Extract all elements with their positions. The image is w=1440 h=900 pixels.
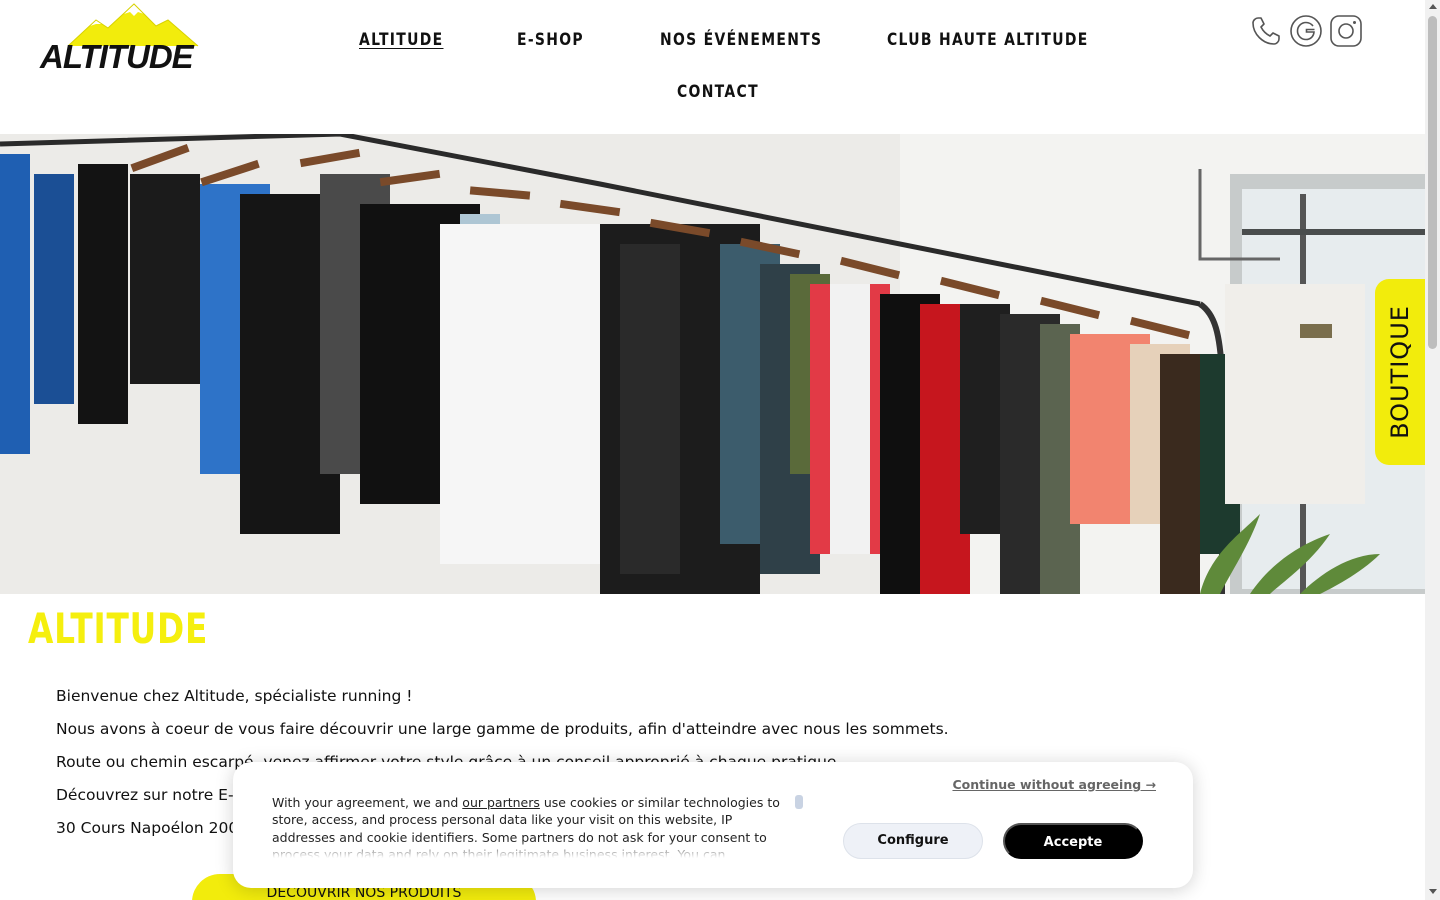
our-partners-link[interactable]: our partners xyxy=(462,795,540,810)
site-logo[interactable]: ALTITUDE xyxy=(38,2,202,75)
instagram-icon xyxy=(1330,15,1362,47)
intro-paragraph-2: Nous avons à coeur de vous faire découvr… xyxy=(56,720,949,738)
logo-wordmark: ALTITUDE xyxy=(40,38,194,75)
nav-item-events[interactable]: NOS ÉVÉNEMENTS xyxy=(660,30,822,50)
boutique-side-tab[interactable]: BOUTIQUE xyxy=(1375,279,1425,465)
google-link[interactable] xyxy=(1289,14,1323,48)
hero-banner xyxy=(0,134,1425,594)
hero-shop-image xyxy=(0,134,1425,594)
intro-paragraph-1: Bienvenue chez Altitude, spécialiste run… xyxy=(56,687,413,705)
site-header: ALTITUDE ALTITUDE E-SHOP NOS ÉVÉNEMENTS … xyxy=(0,0,1425,134)
cookie-text-intro: With your agreement, we and xyxy=(272,795,463,810)
scrollbar-thumb[interactable] xyxy=(1428,16,1437,349)
boutique-tab-label: BOUTIQUE xyxy=(1386,305,1415,439)
instagram-link[interactable] xyxy=(1329,14,1363,48)
cookie-consent-banner: With your agreement, we and our partners… xyxy=(233,762,1193,888)
phone-link[interactable] xyxy=(1249,14,1283,48)
page-scrollbar[interactable] xyxy=(1425,0,1440,900)
page-title: ALTITUDE xyxy=(28,604,209,653)
nav-item-club-haute-altitude[interactable]: CLUB HAUTE ALTITUDE xyxy=(887,30,1089,50)
scroll-up-arrow-icon[interactable] xyxy=(1429,4,1437,9)
cookie-text-fade xyxy=(272,840,792,858)
google-icon xyxy=(1290,15,1322,47)
configure-button[interactable]: Configure xyxy=(843,823,983,859)
nav-item-contact[interactable]: CONTACT xyxy=(677,82,759,102)
accept-button[interactable]: Accepte xyxy=(1003,823,1143,859)
nav-item-altitude[interactable]: ALTITUDE xyxy=(359,30,443,50)
continue-without-agreeing-link[interactable]: Continue without agreeing → xyxy=(952,777,1156,792)
cookie-text-scrollbar[interactable] xyxy=(795,795,803,809)
nav-item-eshop[interactable]: E-SHOP xyxy=(517,30,584,50)
scroll-down-arrow-icon[interactable] xyxy=(1429,889,1437,894)
phone-icon xyxy=(1252,17,1280,45)
